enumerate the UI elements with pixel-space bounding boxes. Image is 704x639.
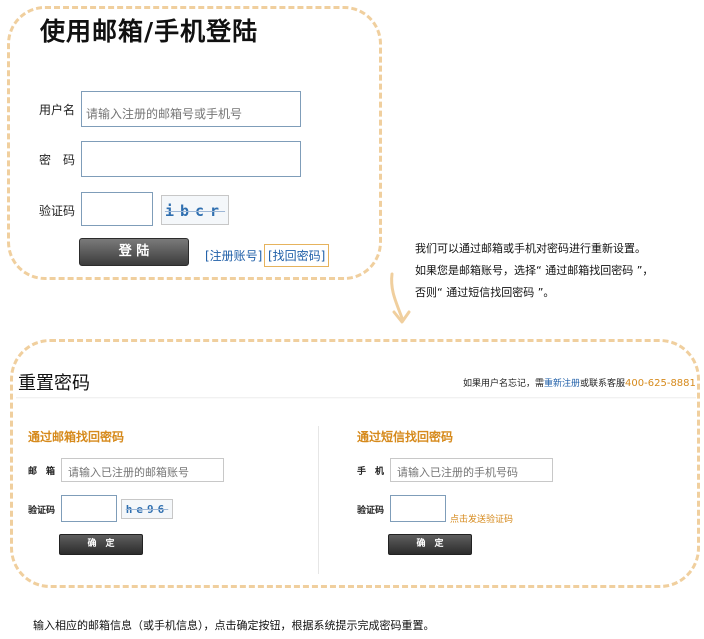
forgot-password-link[interactable]: [找回密码] — [264, 244, 330, 267]
sms-code-input[interactable] — [390, 495, 446, 522]
sms-code-label: 验证码 — [357, 506, 385, 516]
note-line: 如果您是邮箱账号，选择“ 通过邮箱找回密码 ”， — [415, 264, 654, 277]
captcha-label: 验证码 — [39, 204, 76, 218]
service-phone: 400-625-8881 — [625, 378, 696, 389]
email-code-label: 验证码 — [28, 506, 56, 516]
reset-divider — [16, 397, 696, 399]
footer-note: 输入相应的邮箱信息（或手机信息），点击确定按钮，根据系统提示完成密码重置。 — [33, 619, 435, 632]
password-input[interactable] — [81, 141, 301, 177]
section-divider — [318, 426, 319, 574]
password-label: 密 码 — [39, 153, 76, 167]
captcha-input[interactable] — [81, 192, 153, 226]
help-prefix: 如果用户名忘记，需 — [463, 379, 545, 389]
curved-arrow-icon — [390, 272, 411, 324]
email-captcha-image[interactable]: he96 — [121, 499, 173, 519]
reset-help-text: 如果用户名忘记，需重新注册或联系客服400-625-8881 — [463, 376, 696, 389]
sms-section-title: 通过短信找回密码 — [357, 430, 454, 444]
email-code-input[interactable] — [61, 495, 117, 522]
login-button[interactable]: 登 陆 — [79, 238, 189, 266]
help-middle: 或联系客服 — [580, 379, 626, 389]
captcha-image[interactable]: ibcr — [161, 195, 229, 225]
note-line: 我们可以通过邮箱或手机对密码进行重新设置。 — [415, 242, 646, 255]
email-section-title: 通过邮箱找回密码 — [28, 430, 125, 444]
phone-label: 手 机 — [357, 467, 385, 477]
phone-input[interactable] — [390, 458, 553, 482]
email-input[interactable] — [61, 458, 224, 482]
email-confirm-button[interactable]: 确 定 — [59, 534, 143, 555]
send-code-link[interactable]: 点击发送验证码 — [450, 512, 513, 525]
note-line: 否则“ 通过短信找回密码 ”。 — [415, 286, 555, 299]
sms-confirm-button[interactable]: 确 定 — [388, 534, 472, 555]
email-label: 邮 箱 — [28, 467, 56, 477]
username-input[interactable] — [81, 91, 301, 127]
login-title: 使用邮箱/手机登陆 — [40, 17, 259, 46]
register-link[interactable]: [注册账号] — [205, 247, 262, 264]
reset-title: 重置密码 — [18, 373, 90, 394]
re-register-link[interactable]: 重新注册 — [544, 379, 580, 389]
username-label: 用户名 — [39, 103, 76, 117]
